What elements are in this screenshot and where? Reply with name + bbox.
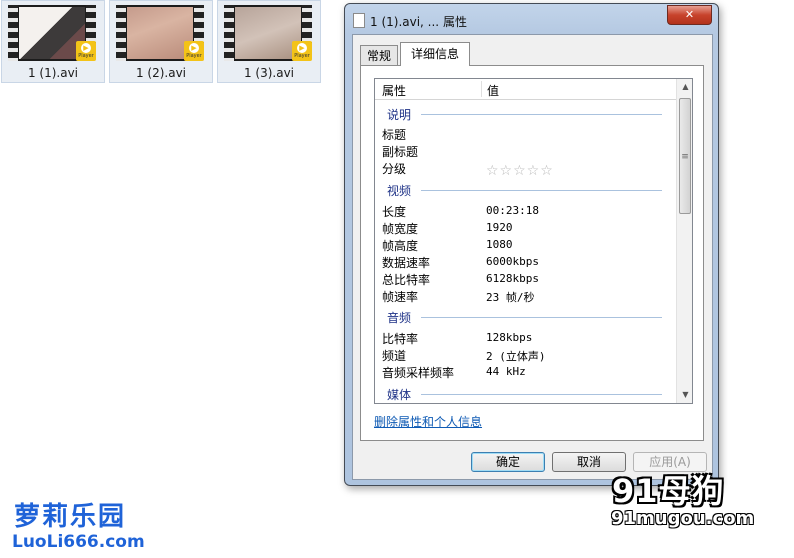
film-strip-icon	[8, 5, 18, 61]
row-frame-height-value[interactable]: 1080	[486, 238, 513, 251]
play-icon: ▶	[189, 43, 199, 53]
video-thumbnail: ▶ Player	[116, 5, 204, 61]
document-icon	[353, 13, 365, 28]
rating-stars-icon[interactable]: ☆☆☆☆☆	[486, 163, 554, 179]
group-divider	[421, 190, 662, 191]
row-bitrate-name[interactable]: 比特率	[382, 330, 418, 347]
file-name: 1 (1).avi	[27, 66, 79, 80]
scroll-up-arrow-icon[interactable]: ▲	[677, 79, 692, 95]
ok-button[interactable]: 确定	[471, 452, 545, 472]
properties-dialog: 1 (1).avi, ... 属性 ✕ 常规 详细信息 属性 值 说明 标题 副…	[344, 3, 719, 486]
player-badge-icon: ▶ Player	[76, 41, 96, 61]
group-divider	[421, 114, 662, 115]
row-rating-name[interactable]: 分级	[382, 160, 406, 177]
row-data-rate-name[interactable]: 数据速率	[382, 254, 430, 271]
row-frame-rate-value[interactable]: 23 帧/秒	[486, 289, 535, 305]
details-panel: 属性 值 说明 标题 副标题 分级 ☆☆☆☆☆ 视频 长度 00:23:18 帧…	[360, 65, 704, 441]
row-total-bitrate-value[interactable]: 6128kbps	[486, 272, 539, 285]
row-sample-rate-value[interactable]: 44 kHz	[486, 365, 526, 378]
badge-label: Player	[78, 53, 94, 59]
watermark-left-title: 萝莉乐园	[14, 502, 127, 532]
group-header-video: 视频	[387, 184, 412, 198]
film-strip-icon	[224, 5, 234, 61]
watermark-right-url: 91mugou.com	[611, 508, 755, 529]
row-bitrate-value[interactable]: 128kbps	[486, 331, 532, 344]
row-frame-width-name[interactable]: 帧宽度	[382, 220, 418, 237]
watermark-right-logo: 91母狗	[612, 472, 725, 510]
group-divider	[421, 317, 662, 318]
file-name: 1 (2).avi	[135, 66, 187, 80]
file-name: 1 (3).avi	[243, 66, 295, 80]
badge-label: Player	[294, 53, 310, 59]
dialog-title: 1 (1).avi, ... 属性	[370, 15, 467, 29]
remove-properties-link[interactable]: 删除属性和个人信息	[374, 413, 482, 430]
file-item[interactable]: ▶ Player 1 (1).avi	[1, 0, 105, 83]
row-length-value[interactable]: 00:23:18	[486, 204, 539, 217]
column-divider[interactable]	[481, 81, 482, 97]
file-item[interactable]: ▶ Player 1 (3).avi	[217, 0, 321, 83]
row-frame-rate-name[interactable]: 帧速率	[382, 288, 418, 305]
group-header-description: 说明	[387, 108, 412, 122]
list-header: 属性 值	[375, 79, 676, 100]
video-thumbnail: ▶ Player	[224, 5, 312, 61]
watermark-left-url: LuoLi666.com	[12, 532, 145, 552]
group-header-audio: 音频	[387, 311, 412, 325]
tab-details[interactable]: 详细信息	[400, 42, 470, 66]
player-badge-icon: ▶ Player	[184, 41, 204, 61]
row-channels-name[interactable]: 频道	[382, 347, 406, 364]
group-header-media: 媒体	[387, 388, 412, 402]
group-divider	[421, 394, 662, 395]
scrollbar-thumb[interactable]: ≡	[679, 98, 691, 214]
vertical-scrollbar[interactable]: ▲ ≡ ▼	[676, 79, 692, 403]
dialog-client-area: 常规 详细信息 属性 值 说明 标题 副标题 分级 ☆☆☆☆☆ 视频 长度 00…	[352, 34, 713, 480]
video-thumbnail: ▶ Player	[8, 5, 96, 61]
row-channels-value[interactable]: 2 (立体声)	[486, 348, 546, 364]
row-sample-rate-name[interactable]: 音频采样频率	[382, 364, 454, 381]
play-icon: ▶	[297, 43, 307, 53]
film-strip-icon	[116, 5, 126, 61]
column-header-value[interactable]: 值	[487, 82, 499, 99]
row-title-name[interactable]: 标题	[382, 126, 406, 143]
tab-general[interactable]: 常规	[360, 45, 398, 65]
scroll-down-arrow-icon[interactable]: ▼	[677, 387, 692, 403]
property-list[interactable]: 属性 值 说明 标题 副标题 分级 ☆☆☆☆☆ 视频 长度 00:23:18 帧…	[374, 78, 693, 404]
row-length-name[interactable]: 长度	[382, 203, 406, 220]
row-frame-height-name[interactable]: 帧高度	[382, 237, 418, 254]
badge-label: Player	[186, 53, 202, 59]
play-icon: ▶	[81, 43, 91, 53]
row-subtitle-name[interactable]: 副标题	[382, 143, 418, 160]
file-item[interactable]: ▶ Player 1 (2).avi	[109, 0, 213, 83]
close-button[interactable]: ✕	[667, 5, 712, 25]
column-header-property[interactable]: 属性	[382, 82, 406, 99]
row-data-rate-value[interactable]: 6000kbps	[486, 255, 539, 268]
row-total-bitrate-name[interactable]: 总比特率	[382, 271, 430, 288]
row-frame-width-value[interactable]: 1920	[486, 221, 513, 234]
player-badge-icon: ▶ Player	[292, 41, 312, 61]
